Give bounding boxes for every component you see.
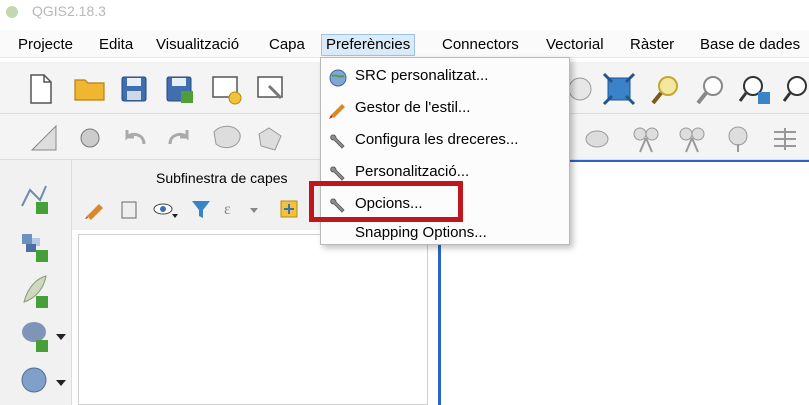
menu-preferencies[interactable]: Preferències <box>321 34 416 56</box>
add-raster-layer-icon[interactable] <box>18 230 52 264</box>
zoom-full-icon[interactable] <box>602 72 636 106</box>
measure-icon[interactable] <box>30 124 58 152</box>
layers-tree[interactable] <box>78 234 428 405</box>
add-ring-icon[interactable] <box>210 122 244 154</box>
zoom-to-layer-icon[interactable] <box>695 72 729 106</box>
save-icon[interactable] <box>120 75 148 103</box>
zoom-to-selection-icon[interactable] <box>650 72 684 106</box>
globe-icon <box>329 69 347 87</box>
menu-vectorial[interactable]: Vectorial <box>542 34 608 56</box>
add-group-icon[interactable] <box>118 198 140 220</box>
menu-item-label: Configura les dreceres... <box>355 131 519 148</box>
expand-all-icon[interactable] <box>278 198 300 220</box>
menu-connectors[interactable]: Connectors <box>438 34 523 56</box>
menu-item-configure-shortcuts[interactable]: Configura les dreceres... <box>321 125 569 157</box>
split-features-icon[interactable] <box>630 124 662 154</box>
filter-legend-icon[interactable] <box>190 198 212 220</box>
menu-item-label: SRC personalitzat... <box>355 67 489 84</box>
add-wms-layer-icon[interactable] <box>18 364 68 400</box>
reshape-icon[interactable] <box>583 126 611 152</box>
svg-text:ε: ε <box>224 201 231 218</box>
add-part-icon[interactable] <box>255 124 285 154</box>
new-project-icon[interactable] <box>28 74 54 104</box>
undo-icon[interactable] <box>122 126 148 150</box>
qgis-logo-icon <box>6 6 18 18</box>
menu-item-custom-crs[interactable]: SRC personalitzat... <box>321 61 569 93</box>
manage-visibility-icon[interactable] <box>152 198 178 220</box>
zoom-last-icon[interactable] <box>738 72 772 106</box>
menu-item-style-manager[interactable]: Gestor de l'estil... <box>321 93 569 125</box>
identify-features-icon[interactable] <box>76 124 104 152</box>
add-vector-layer-icon[interactable] <box>18 182 52 216</box>
add-delimited-text-layer-icon[interactable] <box>18 274 52 310</box>
menu-item-label: Gestor de l'estil... <box>355 99 471 116</box>
menu-raster[interactable]: Ràster <box>626 34 678 56</box>
menu-capa[interactable]: Capa <box>265 34 309 56</box>
wrench-icon <box>330 134 345 149</box>
filter-by-expression-icon[interactable]: ε <box>222 198 260 220</box>
menu-item-label: Personalització... <box>355 163 470 180</box>
open-layer-styling-icon[interactable] <box>84 198 106 220</box>
highlight-box <box>309 181 463 222</box>
menu-item-snapping-options[interactable]: Snapping Options... <box>321 218 569 250</box>
redo-icon[interactable] <box>166 126 192 150</box>
zoom-next-icon[interactable] <box>782 72 809 106</box>
attributes-table-icon[interactable] <box>770 124 800 154</box>
add-postgis-layer-icon[interactable] <box>18 318 68 354</box>
menu-visualitzacio[interactable]: Visualització <box>152 34 243 56</box>
title-bar: QGIS2.18.3 <box>0 0 809 26</box>
layout-manager-icon[interactable] <box>255 74 289 106</box>
split-parts-icon[interactable] <box>676 124 708 154</box>
menu-projecte[interactable]: Projecte <box>14 34 77 56</box>
save-as-icon[interactable] <box>165 75 195 105</box>
menu-item-label: Snapping Options... <box>355 224 487 241</box>
merge-features-icon[interactable] <box>722 124 754 154</box>
open-folder-icon[interactable] <box>74 76 106 102</box>
layers-panel-title: Subfinestra de capes <box>156 170 288 186</box>
menu-bar: Projecte Edita Visualització Capa Prefer… <box>0 30 809 58</box>
manage-layers-toolbar <box>0 160 72 405</box>
menu-base-de-dades[interactable]: Base de dades <box>696 34 804 56</box>
brush-icon <box>329 104 345 119</box>
window-title: QGIS2.18.3 <box>32 3 106 19</box>
new-print-layout-icon[interactable] <box>210 74 244 106</box>
menu-edita[interactable]: Edita <box>95 34 137 56</box>
